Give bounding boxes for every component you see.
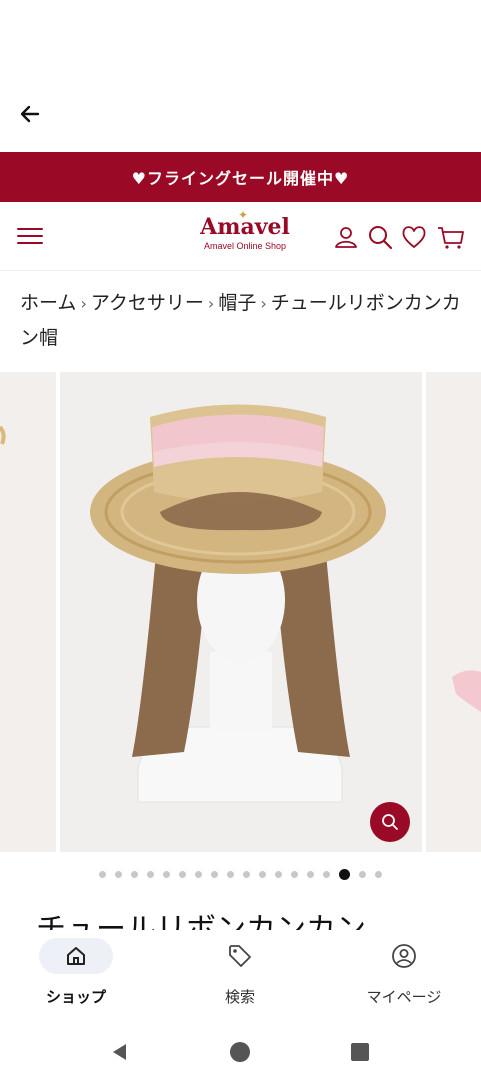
nav-shop-pill: [39, 938, 113, 974]
heart-icon: [402, 226, 426, 248]
pagination-dot-active[interactable]: [339, 868, 350, 880]
back-triangle-icon: [113, 1044, 126, 1060]
account-icon: [335, 227, 357, 248]
system-back-button[interactable]: [108, 1040, 132, 1064]
recents-square-icon: [351, 1043, 369, 1061]
product-image-main: [60, 372, 422, 852]
pagination-dot[interactable]: [211, 870, 218, 878]
pagination-dot[interactable]: [323, 870, 330, 878]
nav-mypage-pill: [367, 938, 441, 974]
menu-icon: [17, 228, 43, 244]
breadcrumb-home[interactable]: ホーム: [20, 292, 76, 314]
pagination-dot[interactable]: [227, 870, 234, 878]
pagination-dot[interactable]: [179, 870, 186, 878]
product-title: チュールリボンカンカン: [36, 912, 366, 930]
nav-shop[interactable]: ショップ: [16, 938, 136, 1018]
site-header: ✦ Amavel Amavel Online Shop: [0, 202, 481, 271]
gallery-pagination: [0, 868, 481, 880]
search-button[interactable]: [367, 224, 393, 250]
nav-mypage-label: マイページ: [366, 988, 442, 1006]
search-icon: [369, 226, 393, 250]
user-circle-icon: [392, 944, 416, 968]
back-button[interactable]: [14, 98, 46, 130]
gallery-slide-prev[interactable]: [0, 372, 56, 852]
zoom-search-icon: [382, 814, 398, 830]
nav-search-pill: [203, 938, 277, 974]
arrow-left-icon: [20, 105, 40, 123]
home-icon: [67, 947, 85, 965]
pagination-dot[interactable]: [131, 870, 138, 878]
logo[interactable]: ✦ Amavel Amavel Online Shop: [190, 208, 300, 264]
sale-banner-text: ♥フライングセール開催中♥: [131, 169, 350, 188]
pagination-dot[interactable]: [359, 870, 366, 878]
breadcrumb-separator: ›: [260, 294, 267, 313]
pagination-dot[interactable]: [307, 870, 314, 878]
breadcrumb-separator: ›: [207, 294, 215, 313]
pagination-dot[interactable]: [243, 870, 250, 878]
system-home-button[interactable]: [228, 1040, 252, 1064]
nav-mypage[interactable]: マイページ: [344, 938, 464, 1018]
cart-button[interactable]: [437, 224, 464, 250]
menu-button[interactable]: [16, 224, 44, 248]
app-bar: [0, 0, 481, 152]
breadcrumb-separator: ›: [80, 294, 87, 313]
cart-icon: [438, 227, 464, 249]
product-image-next: [426, 372, 481, 852]
pagination-dot[interactable]: [195, 870, 202, 878]
sale-banner[interactable]: ♥フライングセール開催中♥: [0, 152, 481, 202]
tag-icon: [229, 945, 251, 967]
pagination-dot[interactable]: [275, 870, 282, 878]
home-circle-icon: [230, 1042, 250, 1062]
nav-search[interactable]: 検索: [180, 938, 300, 1018]
gallery-slide-main[interactable]: [60, 372, 422, 852]
pagination-dot[interactable]: [291, 870, 298, 878]
system-nav-bar: [0, 1022, 481, 1080]
system-recents-button[interactable]: [348, 1040, 372, 1064]
logo-star-icon: ✦: [238, 208, 249, 222]
pagination-dot[interactable]: [99, 870, 106, 878]
breadcrumb-accessory[interactable]: アクセサリー: [91, 292, 204, 314]
nav-search-label: 検索: [224, 988, 255, 1006]
wishlist-button[interactable]: [401, 224, 427, 250]
pagination-dot[interactable]: [115, 870, 122, 878]
breadcrumb-hats[interactable]: 帽子: [218, 292, 256, 314]
product-gallery[interactable]: [0, 372, 481, 852]
zoom-button[interactable]: [370, 802, 410, 842]
gallery-slide-next[interactable]: [426, 372, 481, 852]
pagination-dot[interactable]: [259, 870, 266, 878]
pagination-dot[interactable]: [147, 870, 154, 878]
pagination-dot[interactable]: [163, 870, 170, 878]
account-button[interactable]: [333, 224, 359, 250]
pagination-dot[interactable]: [375, 870, 382, 878]
product-image-prev: [0, 372, 56, 852]
logo-subtitle: Amavel Online Shop: [203, 241, 287, 251]
breadcrumb: ホーム › アクセサリー › 帽子 › チュールリボンカンカン帽: [20, 286, 465, 355]
bottom-nav: ショップ 検索 マイページ: [0, 930, 481, 1022]
nav-shop-label: ショップ: [45, 988, 106, 1006]
